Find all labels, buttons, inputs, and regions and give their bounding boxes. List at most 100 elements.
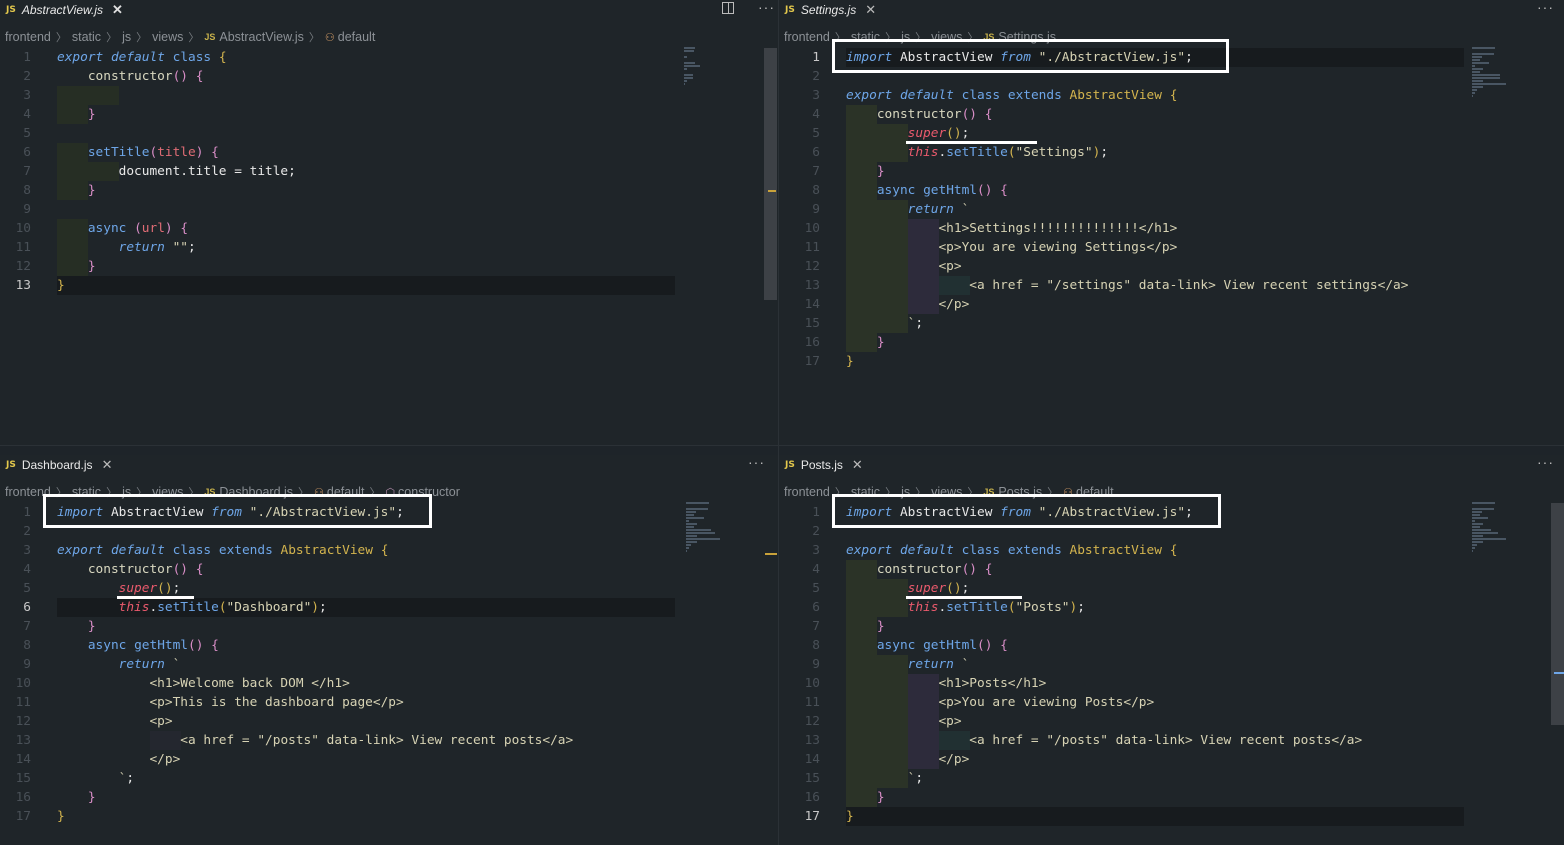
code-line: async (url) {	[87, 221, 189, 236]
more-actions-icon[interactable]: ···	[758, 0, 775, 19]
chevron-right-icon: 〉	[106, 32, 118, 44]
code-line: async getHtml() {	[87, 638, 219, 653]
more-actions-icon[interactable]: ···	[1537, 455, 1554, 474]
line-number: 6	[23, 145, 31, 160]
code-line: constructor() {	[87, 562, 204, 577]
breadcrumb-item[interactable]: views	[152, 30, 183, 44]
close-icon[interactable]: ✕	[102, 457, 113, 473]
editor-tab-abstract[interactable]: JS AbstractView.js ✕	[0, 0, 129, 19]
breadcrumb-item[interactable]: js	[122, 30, 131, 44]
editor-line: 15 `;	[0, 769, 778, 788]
underline-annotation	[905, 596, 1022, 599]
scrollbar[interactable]	[764, 48, 777, 300]
code-line: `;	[907, 316, 924, 331]
close-icon[interactable]: ✕	[852, 457, 863, 473]
line-number: 2	[812, 69, 820, 84]
tab-bar: JS AbstractView.js ✕ ···	[0, 0, 778, 19]
scroll-marker	[765, 553, 777, 555]
scrollbar[interactable]	[1551, 503, 1564, 725]
editor-line: 8 async getHtml() {	[779, 636, 1564, 655]
breadcrumb: frontend 〉 static 〉 js 〉 views 〉 JS AbstractView.…	[5, 28, 375, 46]
breadcrumb-item[interactable]: default	[338, 30, 376, 44]
editor-line: 13 <a href = "/posts" data-link> View re…	[779, 731, 1564, 750]
code-editor[interactable]: 1 import AbstractView from "./AbstractVie…	[779, 48, 1564, 371]
code-line: return `	[118, 657, 181, 672]
editor-line: 17}	[779, 807, 1564, 826]
class-symbol-icon: ⚇	[324, 31, 335, 44]
line-number: 4	[812, 107, 820, 122]
editor-line: 10 <h1>Welcome back DOM </h1>	[0, 674, 778, 693]
code-line: this.setTitle("Posts");	[907, 600, 1085, 615]
editor-line: 3 export default class extends AbstractVi…	[779, 86, 1564, 105]
line-number: 9	[812, 202, 820, 217]
editor-line: 7 }	[779, 162, 1564, 181]
code-editor[interactable]: 1 import AbstractView from "./AbstractVie…	[779, 503, 1564, 826]
minimap[interactable]	[684, 47, 724, 86]
line-number: 3	[23, 543, 31, 558]
editor-line: 14 </p>	[779, 295, 1564, 314]
code-line: }	[846, 354, 854, 369]
more-actions-icon[interactable]: ···	[748, 455, 765, 474]
minimap[interactable]	[686, 502, 726, 553]
chevron-right-icon: 〉	[55, 32, 67, 44]
line-number: 14	[15, 752, 31, 767]
minimap[interactable]	[1472, 47, 1512, 98]
code-line: }	[87, 619, 96, 634]
editor-line: 4 constructor() {	[0, 560, 778, 579]
code-line: }	[876, 619, 885, 634]
minimap[interactable]	[1472, 502, 1512, 553]
line-number: 10	[804, 221, 820, 236]
line-number: 2	[23, 69, 31, 84]
line-number: 17	[804, 809, 820, 824]
editor-line: 14 </p>	[779, 750, 1564, 769]
code-line: <a href = "/posts" data-link> View recen…	[969, 733, 1363, 748]
editor-tab-settings[interactable]: JS Settings.js ✕	[779, 0, 882, 19]
editor-tab-dashboard[interactable]: JS Dashboard.js ✕	[0, 455, 118, 474]
code-line: <h1>Posts</h1>	[938, 676, 1047, 691]
line-number: 12	[804, 714, 820, 729]
code-line: <h1>Settings!!!!!!!!!!!!!!</h1>	[938, 221, 1178, 236]
close-icon[interactable]: ✕	[112, 2, 123, 18]
more-actions-icon[interactable]: ···	[1537, 0, 1554, 19]
code-line: <p>	[938, 259, 962, 274]
code-line: </p>	[938, 752, 970, 767]
breadcrumb-item[interactable]: static	[72, 30, 101, 44]
code-line: return `	[907, 202, 970, 217]
editor-line: 3 export default class extends AbstractVi…	[779, 541, 1564, 560]
editor-line: 4 }	[0, 105, 778, 124]
code-editor[interactable]: 1 import AbstractView from "./AbstractVie…	[0, 503, 778, 826]
line-number: 13	[15, 278, 31, 293]
breadcrumb-item[interactable]: AbstractView.js	[219, 30, 304, 44]
close-icon[interactable]: ✕	[865, 2, 876, 18]
editor-line: 9 return `	[779, 655, 1564, 674]
editor-line: 9	[0, 200, 778, 219]
code-line: `;	[907, 771, 924, 786]
editor-tab-posts[interactable]: JS Posts.js ✕	[779, 455, 869, 474]
line-number: 14	[804, 297, 820, 312]
line-number: 3	[812, 88, 820, 103]
code-line: export default class extends AbstractVie…	[846, 88, 1178, 103]
horizontal-divider[interactable]	[0, 445, 1564, 446]
editor-line: 5	[0, 124, 778, 143]
line-number: 8	[23, 638, 31, 653]
code-line: <a href = "/settings" data-link> View re…	[969, 278, 1409, 293]
editor-line: 12 <p>	[0, 712, 778, 731]
code-line: }	[876, 164, 885, 179]
line-number: 15	[804, 316, 820, 331]
code-editor[interactable]: 1 export default class {2 constructor() {…	[0, 48, 778, 295]
code-line: this.setTitle("Settings");	[907, 145, 1109, 160]
editor-line: 11 return "";	[0, 238, 778, 257]
editor-line: 8 async getHtml() {	[779, 181, 1564, 200]
breadcrumb-item[interactable]: frontend	[5, 30, 51, 44]
editor-pane-dashboard: JS Dashboard.js ✕ ··· frontend 〉 static 〉 js 〉…	[0, 455, 778, 845]
split-editor-icon[interactable]	[722, 2, 734, 14]
line-number: 1	[812, 50, 820, 65]
breadcrumb-item[interactable]: frontend	[784, 485, 830, 499]
editor-line: 9 return `	[0, 655, 778, 674]
breadcrumb-item[interactable]: frontend	[784, 30, 830, 44]
line-number: 15	[804, 771, 820, 786]
line-number: 6	[812, 600, 820, 615]
line-number: 7	[23, 619, 31, 634]
editor-line: 4 constructor() {	[779, 105, 1564, 124]
line-number: 10	[804, 676, 820, 691]
